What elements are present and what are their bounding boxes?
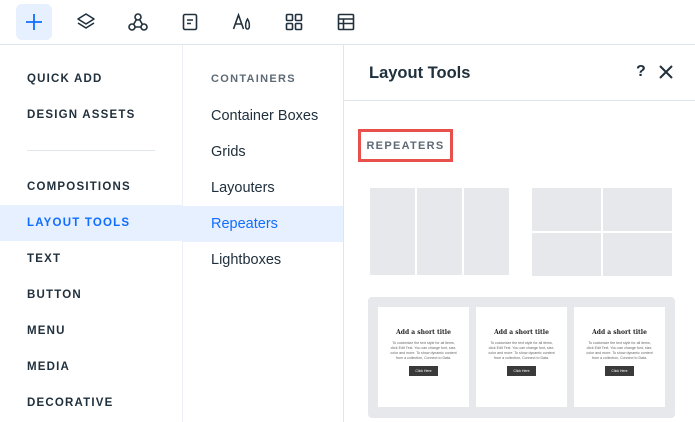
category-text[interactable]: TEXT	[0, 241, 183, 277]
preset-cell	[370, 188, 415, 275]
card-body: To customize the text style for all item…	[390, 341, 457, 360]
repeater-card: Add a short title To customize the text …	[378, 307, 469, 407]
subcategory-lightboxes[interactable]: Lightboxes	[183, 242, 343, 278]
category-divider	[27, 150, 155, 151]
category-decorative[interactable]: DECORATIVE	[0, 385, 183, 421]
preset-cell	[603, 188, 672, 231]
connections-icon[interactable]	[120, 4, 156, 40]
repeater-card: Add a short title To customize the text …	[574, 307, 665, 407]
subcategory-header: CONTAINERS	[211, 73, 296, 85]
repeater-preset-cards[interactable]: Add a short title To customize the text …	[368, 297, 675, 418]
category-media[interactable]: MEDIA	[0, 349, 183, 385]
category-menu[interactable]: MENU	[0, 313, 183, 349]
subcategory-list: CONTAINERS Container Boxes Grids Layoute…	[183, 45, 344, 422]
repeater-card: Add a short title To customize the text …	[476, 307, 567, 407]
preset-cell	[464, 188, 509, 275]
panel-title: Layout Tools	[369, 64, 471, 82]
category-compositions[interactable]: COMPOSITIONS	[0, 169, 183, 205]
help-button[interactable]: ?	[636, 63, 646, 81]
category-button[interactable]: BUTTON	[0, 277, 183, 313]
preset-cell	[532, 233, 601, 276]
repeater-preset-two-by-two[interactable]	[532, 188, 672, 276]
category-design-assets[interactable]: DESIGN ASSETS	[0, 97, 183, 133]
layers-icon[interactable]	[68, 4, 104, 40]
category-quick-add[interactable]: QUICK ADD	[0, 61, 183, 97]
card-title: Add a short title	[592, 329, 647, 336]
subcategory-grids[interactable]: Grids	[183, 134, 343, 170]
close-icon[interactable]	[657, 63, 675, 81]
page-icon[interactable]	[172, 4, 208, 40]
top-toolbar	[0, 0, 695, 45]
card-body: To customize the text style for all item…	[488, 341, 555, 360]
card-body: To customize the text style for all item…	[586, 341, 653, 360]
preset-cell	[603, 233, 672, 276]
subcategory-container-boxes[interactable]: Container Boxes	[183, 98, 343, 134]
category-layout-tools[interactable]: LAYOUT TOOLS	[0, 205, 183, 241]
repeaters-section-label: REPEATERS	[358, 129, 453, 162]
card-button: Click Here	[605, 366, 634, 376]
preset-cell	[532, 188, 601, 231]
subcategory-repeaters[interactable]: Repeaters	[183, 206, 343, 242]
table-icon[interactable]	[328, 4, 364, 40]
card-button: Click Here	[409, 366, 438, 376]
subcategory-layouters[interactable]: Layouters	[183, 170, 343, 206]
apps-grid-icon[interactable]	[276, 4, 312, 40]
panel-header: Layout Tools ?	[344, 45, 695, 101]
text-theme-icon[interactable]	[224, 4, 260, 40]
card-title: Add a short title	[396, 329, 451, 336]
preset-cell	[417, 188, 462, 275]
add-icon[interactable]	[16, 4, 52, 40]
layout-tools-panel: Layout Tools ? REPEATERS Add a short tit…	[344, 45, 695, 422]
repeater-preset-three-columns[interactable]	[370, 188, 509, 275]
card-button: Click Here	[507, 366, 536, 376]
card-title: Add a short title	[494, 329, 549, 336]
category-list: QUICK ADD DESIGN ASSETS COMPOSITIONS LAY…	[0, 45, 183, 422]
